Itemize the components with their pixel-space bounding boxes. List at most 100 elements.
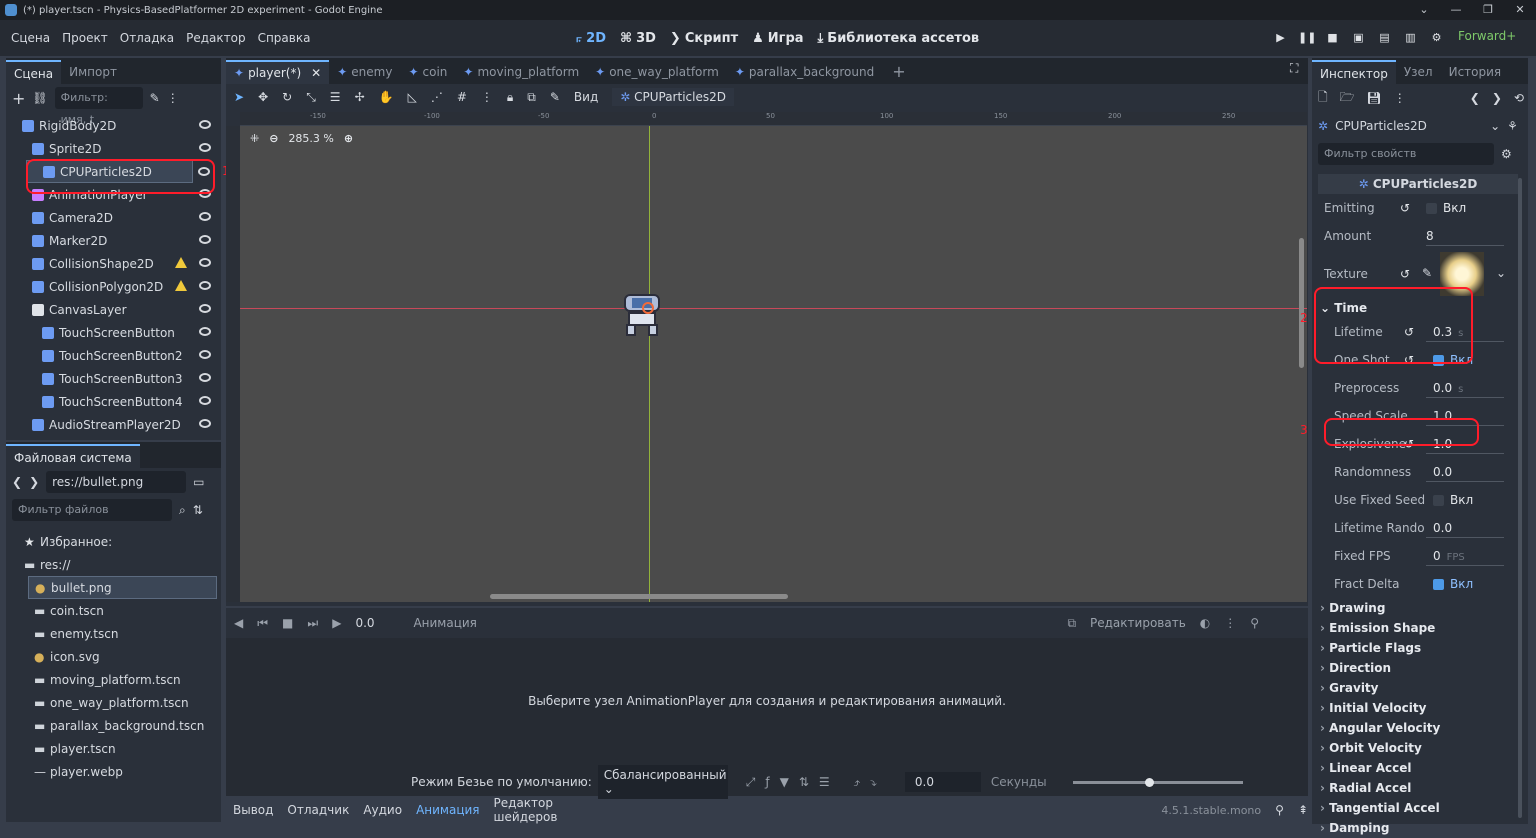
scene-node-collisionshape2d[interactable]: CollisionShape2D xyxy=(6,252,221,275)
player-sprite[interactable] xyxy=(620,294,664,338)
link-icon[interactable]: ⛓ xyxy=(32,91,47,105)
filter-settings-icon[interactable]: ⚙ xyxy=(1501,147,1512,161)
prop-lifetime-rando[interactable]: Lifetime Rando 0.0 xyxy=(1312,514,1528,542)
scale-tool-icon[interactable]: ⤡ xyxy=(306,90,316,105)
tab-output[interactable]: Вывод xyxy=(233,803,273,817)
section-damping[interactable]: › Damping xyxy=(1312,818,1528,838)
scene-filter-input[interactable]: Фильтр: имя, t xyxy=(54,87,143,126)
grid-snap-icon[interactable]: # xyxy=(457,90,467,104)
save-resource-icon[interactable]: 💾︎ xyxy=(1367,91,1382,105)
rotate-tool-icon[interactable]: ↻ xyxy=(282,90,292,104)
play-start-icon[interactable]: ⏭ xyxy=(307,616,318,631)
prop-value[interactable]: 0.0 s xyxy=(1433,381,1463,395)
scene-node-rigidbody2d[interactable]: RigidBody2D xyxy=(6,114,221,137)
scene-node-camera2d[interactable]: Camera2D xyxy=(6,206,221,229)
scene-tab-parallax-background[interactable]: ✦ parallax_background xyxy=(727,60,882,84)
workspace-game[interactable]: ♟ Игра xyxy=(752,28,803,48)
visibility-eye-icon[interactable] xyxy=(199,235,211,244)
prop-fixed-fps[interactable]: Fixed FPS 0 FPS xyxy=(1312,542,1528,570)
open-resource-icon[interactable]: 🗁︎ xyxy=(1340,88,1355,109)
scene-node-touchscreenbutton4[interactable]: TouchScreenButton4 xyxy=(6,390,221,413)
section-particle-flags[interactable]: › Particle Flags xyxy=(1312,638,1528,658)
add-node-icon[interactable]: + xyxy=(12,89,25,108)
prop-randomness[interactable]: Randomness 0.0 xyxy=(1312,458,1528,486)
scene-tab-enemy[interactable]: ✦ enemy xyxy=(329,60,400,84)
ruler-tool-icon[interactable]: ◺ xyxy=(408,90,417,104)
onion-icon[interactable]: ◐ xyxy=(1200,616,1210,630)
zoom-out-icon[interactable]: ⊖ xyxy=(269,132,278,145)
fs-item-icon-svg[interactable]: ● icon.svg xyxy=(6,645,221,668)
close-window-button[interactable]: ✕ xyxy=(1504,0,1536,20)
scene-node-touchscreenbutton2[interactable]: TouchScreenButton2 xyxy=(6,344,221,367)
zoom-level[interactable]: 285.3 % xyxy=(288,132,333,145)
visibility-eye-icon[interactable] xyxy=(199,350,211,359)
revert-icon[interactable]: ↺ xyxy=(1400,201,1410,215)
fs-item-player-webp[interactable]: — player.webp xyxy=(6,760,221,783)
tab-inspector[interactable]: Инспектор xyxy=(1312,60,1396,84)
snap-options-icon[interactable]: ⋮ xyxy=(481,90,493,104)
workspace-assetlib[interactable]: ⤓ Библиотека ассетов xyxy=(818,28,980,48)
search-icon[interactable]: ⌕ xyxy=(179,503,186,518)
warning-icon[interactable] xyxy=(175,257,187,268)
menu-debug[interactable]: Отладка xyxy=(120,31,174,45)
remote-debug-icon[interactable]: ▣ xyxy=(1350,28,1367,48)
workspace-2d[interactable]: ⟔ 2D xyxy=(576,28,606,48)
play-custom-icon[interactable]: ▥ xyxy=(1402,28,1419,48)
prop-value[interactable]: 0 FPS xyxy=(1433,549,1465,563)
play-backwards-icon[interactable]: ◀ xyxy=(234,616,243,630)
section-radial-accel[interactable]: › Radial Accel xyxy=(1312,778,1528,798)
visibility-eye-icon[interactable] xyxy=(199,419,211,428)
menu-help[interactable]: Справка xyxy=(258,31,311,45)
expand-bottom-icon[interactable]: ⇞ xyxy=(1298,803,1308,817)
prop-emitting[interactable]: Emitting ↺ Вкл xyxy=(1312,194,1528,222)
section-initial-velocity[interactable]: › Initial Velocity xyxy=(1312,698,1528,718)
checkbox[interactable] xyxy=(1426,203,1437,214)
scene-node-touchscreenbutton3[interactable]: TouchScreenButton3 xyxy=(6,367,221,390)
history-icon[interactable]: ⟲ xyxy=(1514,91,1524,105)
fs-item-moving-platform-tscn[interactable]: ▬ moving_platform.tscn xyxy=(6,668,221,691)
layout-toggle-icon[interactable]: ▭ xyxy=(193,475,204,489)
tab-node[interactable]: Узел xyxy=(1396,60,1441,84)
visibility-eye-icon[interactable] xyxy=(199,327,211,336)
pivot-tool-icon[interactable]: ✢ xyxy=(355,90,365,104)
fs-item-bullet-png[interactable]: ● bullet.png xyxy=(28,576,217,599)
forward-icon[interactable]: ❯ xyxy=(29,475,39,489)
scene-node-touchscreenbutton[interactable]: TouchScreenButton xyxy=(6,321,221,344)
visibility-eye-icon[interactable] xyxy=(199,212,211,221)
section-tangential-accel[interactable]: › Tangential Accel xyxy=(1312,798,1528,818)
tab-scene[interactable]: Сцена xyxy=(6,60,62,84)
visibility-eye-icon[interactable] xyxy=(199,143,211,152)
play-scene-icon[interactable]: ▤ xyxy=(1376,28,1393,48)
play-anim-icon[interactable]: ▶ xyxy=(332,616,341,630)
tab-import[interactable]: Импорт xyxy=(61,60,125,84)
pin-bottom-icon[interactable]: ⚲ xyxy=(1275,803,1284,817)
2d-canvas[interactable]: ⁜ ⊖ 285.3 % ⊕ xyxy=(240,126,1307,602)
tab-audio[interactable]: Аудио xyxy=(363,803,402,817)
fs-filter-input[interactable]: Фильтр файлов xyxy=(12,499,172,521)
pause-icon[interactable]: ❚❚ xyxy=(1298,28,1316,48)
menu-project[interactable]: Проект xyxy=(62,31,108,45)
history-forward-icon[interactable]: ❯ xyxy=(1492,91,1502,105)
scene-node-canvaslayer[interactable]: CanvasLayer xyxy=(6,298,221,321)
revert-icon[interactable]: ↺ xyxy=(1400,267,1410,281)
distraction-free-icon[interactable]: ⛶ xyxy=(1290,61,1298,76)
fs-item-res[interactable]: ▬ res:// xyxy=(6,553,221,576)
history-back-icon[interactable]: ❮ xyxy=(1470,91,1480,105)
checkbox[interactable] xyxy=(1433,495,1444,506)
fs-item-one-way-platform-tscn[interactable]: ▬ one_way_platform.tscn xyxy=(6,691,221,714)
anim-track-tools[interactable]: ⤢ƒ▼⇅☰ ⤴⤵ xyxy=(746,775,887,790)
tab-history[interactable]: История xyxy=(1441,60,1510,84)
more-menu-icon[interactable]: ⋮ xyxy=(167,91,179,105)
scene-tab-moving-platform[interactable]: ✦ moving_platform xyxy=(455,60,587,84)
tab-debugger[interactable]: Отладчик xyxy=(287,803,349,817)
scene-node-collisionpolygon2d[interactable]: CollisionPolygon2D xyxy=(6,275,221,298)
pan-tool-icon[interactable]: ✋ xyxy=(379,90,394,104)
prop-value[interactable]: Вкл xyxy=(1433,577,1473,591)
vertical-scrollbar[interactable] xyxy=(1299,238,1304,368)
fs-path-input[interactable]: res://bullet.png xyxy=(46,471,187,493)
move-tool-icon[interactable]: ✥ xyxy=(258,90,268,104)
new-resource-icon[interactable]: 🗋︎ xyxy=(1318,88,1328,109)
prop-preprocess[interactable]: Preprocess 0.0 s xyxy=(1312,374,1528,402)
center-view-icon[interactable]: ⁜ xyxy=(250,132,259,145)
maximize-button[interactable]: ❐ xyxy=(1472,0,1504,20)
